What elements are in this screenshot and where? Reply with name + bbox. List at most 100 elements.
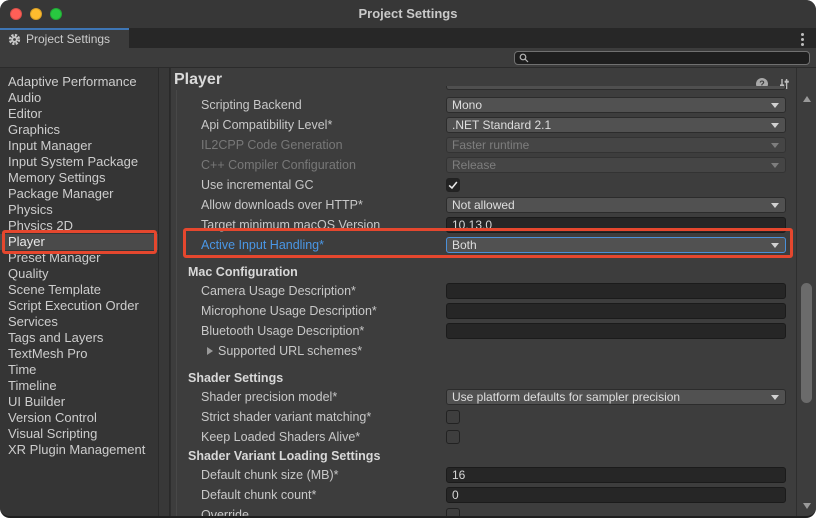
sidebar-item-player[interactable]: Player bbox=[0, 234, 158, 250]
section-label: Shader Variant Loading Settings bbox=[188, 449, 380, 463]
sidebar-item-label: Timeline bbox=[8, 378, 57, 393]
sidebar-item-audio[interactable]: Audio bbox=[0, 90, 158, 106]
sidebar-item-version-control[interactable]: Version Control bbox=[0, 410, 158, 426]
sidebar-item-quality[interactable]: Quality bbox=[0, 266, 158, 282]
dropdown-il2cpp-code-generation: Faster runtime bbox=[446, 137, 786, 153]
chevron-down-icon bbox=[771, 395, 779, 400]
dropdown-api-compatibility-level[interactable]: .NET Standard 2.1 bbox=[446, 117, 786, 133]
sidebar-item-timeline[interactable]: Timeline bbox=[0, 378, 158, 394]
sidebar-item-textmesh-pro[interactable]: TextMesh Pro bbox=[0, 346, 158, 362]
row-microphone-usage-description: Microphone Usage Description* bbox=[170, 301, 796, 321]
dropdown-active-input-handling[interactable]: Both bbox=[446, 237, 786, 253]
dropdown-shader-precision-model[interactable]: Use platform defaults for sampler precis… bbox=[446, 389, 786, 405]
kebab-menu-icon[interactable] bbox=[801, 33, 804, 46]
sidebar-item-label: Player bbox=[8, 234, 45, 249]
textfield-camera-usage-description[interactable] bbox=[446, 283, 786, 299]
check-icon bbox=[447, 179, 459, 191]
section-shader-variant-loading-settings: Shader Variant Loading Settings bbox=[170, 447, 796, 465]
setting-label: Api Compatibility Level* bbox=[201, 118, 332, 132]
textfield-target-minimum-macos-version[interactable]: 10.13.0 bbox=[446, 217, 786, 233]
dropdown-allow-downloads-over-http[interactable]: Not allowed bbox=[446, 197, 786, 213]
section-shader-settings: Shader Settings bbox=[170, 369, 796, 387]
setting-label: Bluetooth Usage Description* bbox=[201, 324, 364, 338]
scrollbar-thumb[interactable] bbox=[801, 283, 812, 403]
sidebar-splitter[interactable] bbox=[158, 68, 170, 516]
sidebar-item-script-execution-order[interactable]: Script Execution Order bbox=[0, 298, 158, 314]
setting-label: Use incremental GC bbox=[201, 178, 314, 192]
checkbox-override[interactable] bbox=[446, 508, 460, 518]
sidebar-item-preset-manager[interactable]: Preset Manager bbox=[0, 250, 158, 266]
checkbox-keep-loaded-shaders-alive[interactable] bbox=[446, 430, 460, 444]
sidebar-item-label: UI Builder bbox=[8, 394, 65, 409]
sidebar-item-graphics[interactable]: Graphics bbox=[0, 122, 158, 138]
row-use-incremental-gc: Use incremental GC bbox=[170, 175, 796, 195]
sidebar-item-physics[interactable]: Physics bbox=[0, 202, 158, 218]
sidebar-item-label: Preset Manager bbox=[8, 250, 101, 265]
setting-label: Camera Usage Description* bbox=[201, 284, 356, 298]
row-scripting-backend: Scripting Backend Mono bbox=[170, 95, 796, 115]
dropdown-value: Faster runtime bbox=[447, 138, 771, 152]
setting-label: Microphone Usage Description* bbox=[201, 304, 377, 318]
textfield-microphone-usage-description[interactable] bbox=[446, 303, 786, 319]
sidebar-item-editor[interactable]: Editor bbox=[0, 106, 158, 122]
sidebar-item-time[interactable]: Time bbox=[0, 362, 158, 378]
textfield-value: 16 bbox=[447, 468, 465, 482]
sidebar-item-services[interactable]: Services bbox=[0, 314, 158, 330]
sidebar-item-scene-template[interactable]: Scene Template bbox=[0, 282, 158, 298]
dropdown-value: .NET Standard 2.1 bbox=[447, 118, 771, 132]
dropdown-value: Release bbox=[447, 158, 771, 172]
row-supported-url-schemes: Supported URL schemes* bbox=[170, 341, 796, 361]
sidebar-item-ui-builder[interactable]: UI Builder bbox=[0, 394, 158, 410]
sidebar-item-input-manager[interactable]: Input Manager bbox=[0, 138, 158, 154]
sidebar-item-memory-settings[interactable]: Memory Settings bbox=[0, 170, 158, 186]
scroll-down-icon[interactable] bbox=[803, 503, 811, 509]
sidebar-item-visual-scripting[interactable]: Visual Scripting bbox=[0, 426, 158, 442]
row-api-compatibility-level: Api Compatibility Level* .NET Standard 2.… bbox=[170, 115, 796, 135]
sidebar-item-label: Package Manager bbox=[8, 186, 114, 201]
chevron-down-icon bbox=[771, 163, 779, 168]
setting-label: Override bbox=[201, 508, 249, 518]
search-input[interactable] bbox=[514, 51, 810, 65]
setting-label[interactable]: Supported URL schemes* bbox=[218, 344, 362, 358]
dropdown-scripting-backend[interactable]: Mono bbox=[446, 97, 786, 113]
vertical-scrollbar[interactable] bbox=[796, 68, 816, 516]
setting-label: Keep Loaded Shaders Alive* bbox=[201, 430, 360, 444]
settings-rows: Scripting Backend Mono Api Compatibility L… bbox=[170, 90, 796, 518]
tab-project-settings[interactable]: Project Settings bbox=[0, 28, 129, 48]
sidebar-item-label: Quality bbox=[8, 266, 48, 281]
sidebar-item-label: Graphics bbox=[8, 122, 60, 137]
dropdown-value: Mono bbox=[447, 98, 771, 112]
chevron-down-icon bbox=[771, 103, 779, 108]
toolbar bbox=[0, 48, 816, 68]
setting-label: IL2CPP Code Generation bbox=[201, 138, 343, 152]
sidebar-item-adaptive-performance[interactable]: Adaptive Performance bbox=[0, 74, 158, 90]
checkbox-strict-shader-variant-matching[interactable] bbox=[446, 410, 460, 424]
page-title: Player bbox=[174, 71, 222, 89]
sidebar-item-package-manager[interactable]: Package Manager bbox=[0, 186, 158, 202]
sidebar-item-input-system-package[interactable]: Input System Package bbox=[0, 154, 158, 170]
sidebar-item-label: Services bbox=[8, 314, 58, 329]
row-default-chunk-size-mb: Default chunk size (MB)*16 bbox=[170, 465, 796, 485]
textfield-default-chunk-count[interactable]: 0 bbox=[446, 487, 786, 503]
sidebar-item-physics-2d[interactable]: Physics 2D bbox=[0, 218, 158, 234]
setting-label: Scripting Backend bbox=[201, 98, 302, 112]
setting-label: Target minimum macOS Version bbox=[201, 218, 380, 232]
checkbox-use-incremental-gc[interactable] bbox=[446, 178, 460, 192]
chevron-down-icon bbox=[771, 143, 779, 148]
row-active-input-handling: Active Input Handling*Both bbox=[170, 235, 796, 255]
scroll-up-icon[interactable] bbox=[803, 96, 811, 102]
row-keep-loaded-shaders-alive: Keep Loaded Shaders Alive* bbox=[170, 427, 796, 447]
dropdown-value: Use platform defaults for sampler precis… bbox=[447, 390, 771, 404]
textfield-default-chunk-size-mb[interactable]: 16 bbox=[446, 467, 786, 483]
window-title: Project Settings bbox=[0, 0, 816, 28]
textfield-bluetooth-usage-description[interactable] bbox=[446, 323, 786, 339]
sidebar-item-tags-and-layers[interactable]: Tags and Layers bbox=[0, 330, 158, 346]
sidebar-item-label: Version Control bbox=[8, 410, 97, 425]
row-bluetooth-usage-description: Bluetooth Usage Description* bbox=[170, 321, 796, 341]
row-target-minimum-macos-version: Target minimum macOS Version 10.13.0 bbox=[170, 215, 796, 235]
section-mac-configuration: Mac Configuration bbox=[170, 263, 796, 281]
sidebar-item-xr-plugin-management[interactable]: XR Plugin Management bbox=[0, 442, 158, 458]
foldout-arrow-icon[interactable] bbox=[207, 347, 213, 355]
sidebar-item-label: Audio bbox=[8, 90, 41, 105]
sidebar-item-label: Input Manager bbox=[8, 138, 92, 153]
